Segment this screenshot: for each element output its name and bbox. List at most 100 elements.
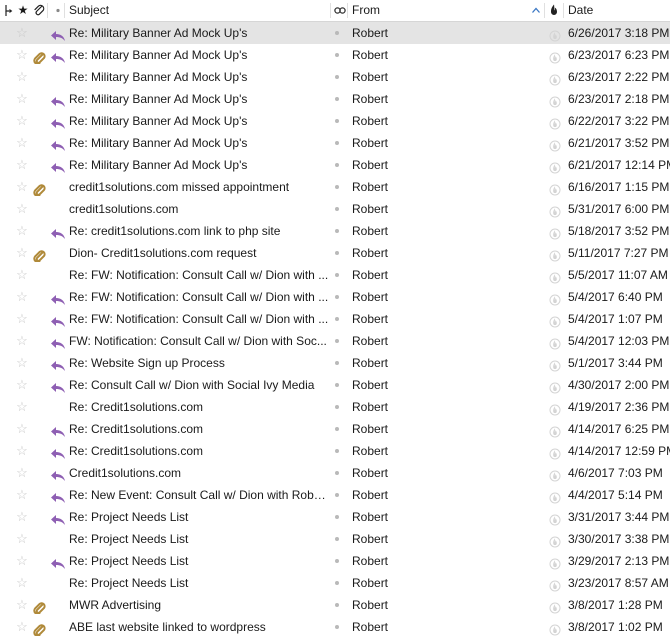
junk-status-icon[interactable]: [549, 313, 561, 328]
message-row[interactable]: ☆ Re: Website Sign up Process Robert 5/1/20…: [0, 352, 670, 374]
junk-status-icon[interactable]: [549, 159, 561, 174]
junk-status-icon[interactable]: [549, 137, 561, 152]
message-row[interactable]: ☆ Re: Military Banner Ad Mock Up's Robert 6…: [0, 154, 670, 176]
star-icon[interactable]: ☆: [15, 374, 29, 396]
read-status-dot-icon[interactable]: [335, 317, 339, 321]
message-row[interactable]: ☆ credit1solutions.com Robert 5/31/2017 6:0…: [0, 198, 670, 220]
star-icon[interactable]: ☆: [15, 616, 29, 638]
message-row[interactable]: ☆ Re: New Event: Consult Call w/ Dion wit…: [0, 484, 670, 506]
star-icon[interactable]: ☆: [15, 88, 29, 110]
message-row[interactable]: ☆ Re: Military Banner Ad Mock Up's Robert 6…: [0, 110, 670, 132]
junk-status-icon[interactable]: [549, 269, 561, 284]
junk-status-icon[interactable]: [549, 49, 561, 64]
junk-status-icon[interactable]: [549, 225, 561, 240]
junk-status-icon[interactable]: [549, 181, 561, 196]
message-row[interactable]: ☆ Re: credit1solutions.com link to php si…: [0, 220, 670, 242]
read-status-dot-icon[interactable]: [335, 273, 339, 277]
message-row[interactable]: ☆ Re: Military Banner Ad Mock Up's Robert 6…: [0, 132, 670, 154]
message-row[interactable]: ☆ FW: Notification: Consult Call w/ Dion …: [0, 330, 670, 352]
read-status-dot-icon[interactable]: [335, 581, 339, 585]
junk-status-icon[interactable]: [549, 115, 561, 130]
read-status-dot-icon[interactable]: [335, 119, 339, 123]
read-status-dot-icon[interactable]: [335, 185, 339, 189]
star-icon[interactable]: ☆: [15, 550, 29, 572]
junk-status-icon[interactable]: [549, 71, 561, 86]
message-row[interactable]: ☆ Re: FW: Notification: Consult Call w/ D…: [0, 308, 670, 330]
read-status-dot-icon[interactable]: [335, 295, 339, 299]
message-row[interactable]: ☆ credit1solutions.com missed appointment…: [0, 176, 670, 198]
read-status-dot-icon[interactable]: [335, 97, 339, 101]
message-row[interactable]: ☆ Re: FW: Notification: Consult Call w/ D…: [0, 286, 670, 308]
read-status-dot-icon[interactable]: [335, 229, 339, 233]
message-row[interactable]: ☆ Re: Project Needs List Robert 3/31/2017 3…: [0, 506, 670, 528]
read-status-dot-icon[interactable]: [335, 31, 339, 35]
message-row[interactable]: ☆ MWR Advertising Robert 3/8/2017 1:28 PM: [0, 594, 670, 616]
message-row[interactable]: ☆ Re: Project Needs List Robert 3/30/2017 3…: [0, 528, 670, 550]
star-icon[interactable]: ☆: [15, 286, 29, 308]
star-icon[interactable]: ☆: [15, 176, 29, 198]
star-icon[interactable]: ☆: [15, 528, 29, 550]
star-icon[interactable]: ☆: [15, 66, 29, 88]
message-row[interactable]: ☆ Re: Military Banner Ad Mock Up's Robert 6…: [0, 22, 670, 44]
read-status-dot-icon[interactable]: [335, 405, 339, 409]
junk-status-icon[interactable]: [549, 511, 561, 526]
star-icon[interactable]: ☆: [15, 572, 29, 594]
junk-status-icon[interactable]: [549, 335, 561, 350]
read-status-dot-icon[interactable]: [335, 339, 339, 343]
star-icon[interactable]: ☆: [15, 242, 29, 264]
column-header-subject[interactable]: Subject: [69, 0, 319, 21]
star-icon[interactable]: ☆: [15, 594, 29, 616]
star-icon[interactable]: ☆: [15, 418, 29, 440]
read-status-dot-icon[interactable]: [335, 251, 339, 255]
junk-status-icon[interactable]: [549, 379, 561, 394]
junk-status-icon[interactable]: [549, 467, 561, 482]
star-icon[interactable]: ☆: [15, 352, 29, 374]
sort-ascending-icon[interactable]: [531, 0, 541, 21]
message-row[interactable]: ☆ Re: FW: Notification: Consult Call w/ D…: [0, 264, 670, 286]
message-row[interactable]: ☆ Re: Consult Call w/ Dion with Social Iv…: [0, 374, 670, 396]
thread-icon[interactable]: [2, 0, 14, 21]
star-icon[interactable]: ☆: [15, 462, 29, 484]
junk-status-icon[interactable]: [549, 357, 561, 372]
star-icon[interactable]: ☆: [15, 22, 29, 44]
junk-status-icon[interactable]: [549, 401, 561, 416]
read-status-dot-icon[interactable]: [335, 537, 339, 541]
star-icon[interactable]: ☆: [15, 110, 29, 132]
message-row[interactable]: ☆ Re: Military Banner Ad Mock Up's Robert 6…: [0, 88, 670, 110]
star-icon[interactable]: ☆: [15, 506, 29, 528]
junk-status-icon[interactable]: [549, 621, 561, 636]
star-icon[interactable]: ☆: [15, 132, 29, 154]
message-row[interactable]: ☆ Re: Military Banner Ad Mock Up's Robert 6…: [0, 66, 670, 88]
star-icon[interactable]: ☆: [15, 396, 29, 418]
message-row[interactable]: ☆ Re: Credit1solutions.com Robert 4/14/2017…: [0, 440, 670, 462]
star-icon[interactable]: ☆: [15, 198, 29, 220]
junk-status-icon[interactable]: [549, 577, 561, 592]
message-row[interactable]: ☆ ABE last website linked to wordpress Rob…: [0, 616, 670, 638]
read-status-dot-icon[interactable]: [335, 471, 339, 475]
star-icon[interactable]: ☆: [15, 308, 29, 330]
message-row[interactable]: ☆ Re: Project Needs List Robert 3/29/2017 2…: [0, 550, 670, 572]
star-icon[interactable]: ☆: [15, 154, 29, 176]
read-status-dot-icon[interactable]: [335, 559, 339, 563]
junk-status-icon[interactable]: [549, 423, 561, 438]
read-status-dot-icon[interactable]: [335, 361, 339, 365]
read-status-dot-icon[interactable]: [335, 515, 339, 519]
correspondent-column-icon[interactable]: [333, 0, 347, 21]
junk-status-icon[interactable]: [549, 599, 561, 614]
read-status-dot-icon[interactable]: [335, 207, 339, 211]
junk-status-icon[interactable]: [549, 533, 561, 548]
read-status-column-icon[interactable]: [52, 0, 64, 21]
read-status-dot-icon[interactable]: [335, 603, 339, 607]
column-header-from[interactable]: From: [352, 0, 522, 21]
junk-status-icon[interactable]: [549, 555, 561, 570]
read-status-dot-icon[interactable]: [335, 493, 339, 497]
star-icon[interactable]: ☆: [15, 440, 29, 462]
junk-status-icon[interactable]: [549, 291, 561, 306]
star-icon[interactable]: ☆: [15, 220, 29, 242]
star-icon[interactable]: ☆: [15, 484, 29, 506]
read-status-dot-icon[interactable]: [335, 75, 339, 79]
message-row[interactable]: ☆ Re: Credit1solutions.com Robert 4/19/2017…: [0, 396, 670, 418]
read-status-dot-icon[interactable]: [335, 163, 339, 167]
star-icon[interactable]: ☆: [15, 330, 29, 352]
attachment-column-icon[interactable]: [32, 0, 46, 21]
